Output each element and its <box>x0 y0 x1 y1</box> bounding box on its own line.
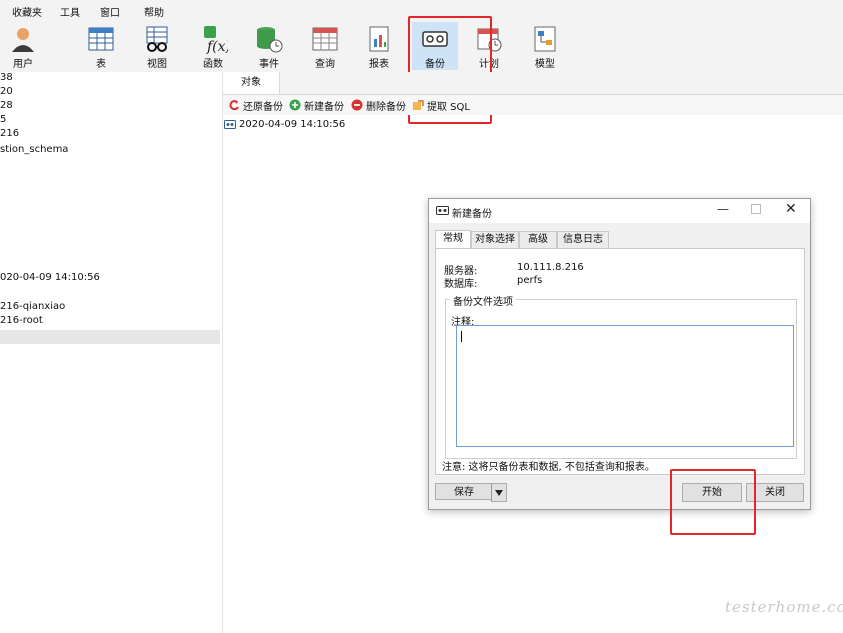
new-backup-button[interactable]: 新建备份 <box>289 98 344 113</box>
query-tool-label: 查询 <box>315 59 335 70</box>
function-tool-label: 函数 <box>203 59 223 70</box>
menu-help[interactable]: 帮助 <box>144 4 164 19</box>
dialog-title: 新建备份 <box>452 209 492 220</box>
report-icon <box>369 26 389 52</box>
event-icon <box>257 27 283 53</box>
event-tool-button[interactable]: 事件 <box>246 22 292 70</box>
report-tool-label: 报表 <box>369 59 389 70</box>
tree-item[interactable]: 216 <box>0 128 19 139</box>
backup-subtoolbar: 还原备份 新建备份 删除备份 提取 SQL <box>223 95 843 115</box>
save-dropdown-button[interactable] <box>491 483 507 502</box>
backup-icon <box>436 206 449 215</box>
delete-backup-button[interactable]: 删除备份 <box>351 98 406 113</box>
event-tool-label: 事件 <box>259 59 279 70</box>
tree-item-user[interactable]: 216-root <box>0 315 43 326</box>
view-tool-label: 视图 <box>147 59 167 70</box>
extract-icon <box>413 100 424 110</box>
server-value: 10.111.8.216 <box>517 262 584 273</box>
add-icon <box>289 99 301 111</box>
tree-item[interactable]: 28 <box>0 100 13 111</box>
tree-item-backup[interactable]: 020-04-09 14:10:56 <box>0 272 100 283</box>
user-tool-label: 用户 <box>13 59 33 70</box>
restore-backup-label: 还原备份 <box>243 101 283 113</box>
backup-file-icon <box>224 119 236 129</box>
backup-file-options-group: 备份文件选项 注释: <box>445 293 797 459</box>
tab-info-log[interactable]: 信息日志 <box>557 231 609 248</box>
close-button-label: 关闭 <box>765 487 785 498</box>
tree-item[interactable]: 5 <box>0 114 6 125</box>
restore-icon <box>229 100 239 111</box>
menu-window[interactable]: 窗口 <box>100 4 120 19</box>
menu-favorites[interactable]: 收藏夹 <box>12 4 42 19</box>
general-panel: 服务器: 10.111.8.216 数据库: perfs 备份文件选项 注释: … <box>435 248 805 475</box>
tree-selected-row[interactable] <box>0 330 220 344</box>
view-icon <box>146 26 168 52</box>
maximize-icon[interactable] <box>751 204 761 214</box>
tree-item[interactable]: 20 <box>0 86 13 97</box>
connection-tree: 38 20 28 5 216 stion_schema 020-04-09 14… <box>0 72 223 633</box>
backup-note: 注意: 这将只备份表和数据, 不包括查询和报表。 <box>442 462 655 473</box>
delete-icon <box>351 99 363 111</box>
tab-general[interactable]: 常规 <box>435 230 471 249</box>
tab-object-selection[interactable]: 对象选择 <box>471 231 519 248</box>
table-tool-button[interactable]: 表 <box>78 22 124 70</box>
object-tab-bar: 对象 <box>223 72 843 95</box>
extract-sql-label: 提取 SQL <box>427 101 470 113</box>
model-tool-button[interactable]: 模型 <box>522 22 568 70</box>
backup-list-item[interactable]: 2020-04-09 14:10:56 <box>224 117 345 131</box>
tree-item[interactable]: 38 <box>0 72 13 83</box>
start-highlight-box <box>670 469 756 535</box>
group-title: 备份文件选项 <box>450 293 516 308</box>
model-tool-label: 模型 <box>535 59 555 70</box>
menu-tools[interactable]: 工具 <box>60 4 80 19</box>
function-tool-button[interactable]: f(x) 函数 <box>190 22 236 70</box>
restore-backup-button[interactable]: 还原备份 <box>228 98 283 113</box>
table-tool-label: 表 <box>96 59 106 70</box>
comment-textarea[interactable] <box>456 325 794 447</box>
user-icon <box>12 28 34 52</box>
tree-item-user[interactable]: 216-qianxiao <box>0 301 65 312</box>
dialog-title-bar[interactable]: 新建备份 — ✕ <box>429 199 810 223</box>
query-tool-button[interactable]: 查询 <box>302 22 348 70</box>
database-value: perfs <box>517 275 543 286</box>
extract-sql-button[interactable]: 提取 SQL <box>412 98 470 113</box>
svg-text:f(x): f(x) <box>206 39 228 54</box>
minimize-icon[interactable]: — <box>717 202 729 216</box>
report-tool-button[interactable]: 报表 <box>356 22 402 70</box>
table-icon <box>88 27 114 51</box>
new-backup-dialog: 新建备份 — ✕ 常规 对象选择 高级 信息日志 服务器: 10.111.8.2… <box>428 198 811 510</box>
tab-advanced[interactable]: 高级 <box>519 231 557 248</box>
tree-item[interactable]: stion_schema <box>0 144 68 155</box>
save-button-label: 保存 <box>454 487 474 498</box>
tab-objects[interactable]: 对象 <box>223 72 280 94</box>
new-backup-label: 新建备份 <box>304 101 344 113</box>
view-tool-button[interactable]: 视图 <box>134 22 180 70</box>
user-tool-button[interactable]: 用户 <box>0 22 46 70</box>
query-icon <box>312 27 338 51</box>
watermark-text: testerhome.com <box>725 598 843 616</box>
backup-list-item-label: 2020-04-09 14:10:56 <box>239 118 346 130</box>
database-label: 数据库: <box>444 279 478 290</box>
text-caret <box>461 331 462 342</box>
close-icon[interactable]: ✕ <box>785 201 797 217</box>
function-icon: f(x) <box>204 26 228 54</box>
delete-backup-label: 删除备份 <box>366 101 406 113</box>
chevron-down-icon <box>495 490 503 496</box>
model-icon <box>534 26 556 52</box>
